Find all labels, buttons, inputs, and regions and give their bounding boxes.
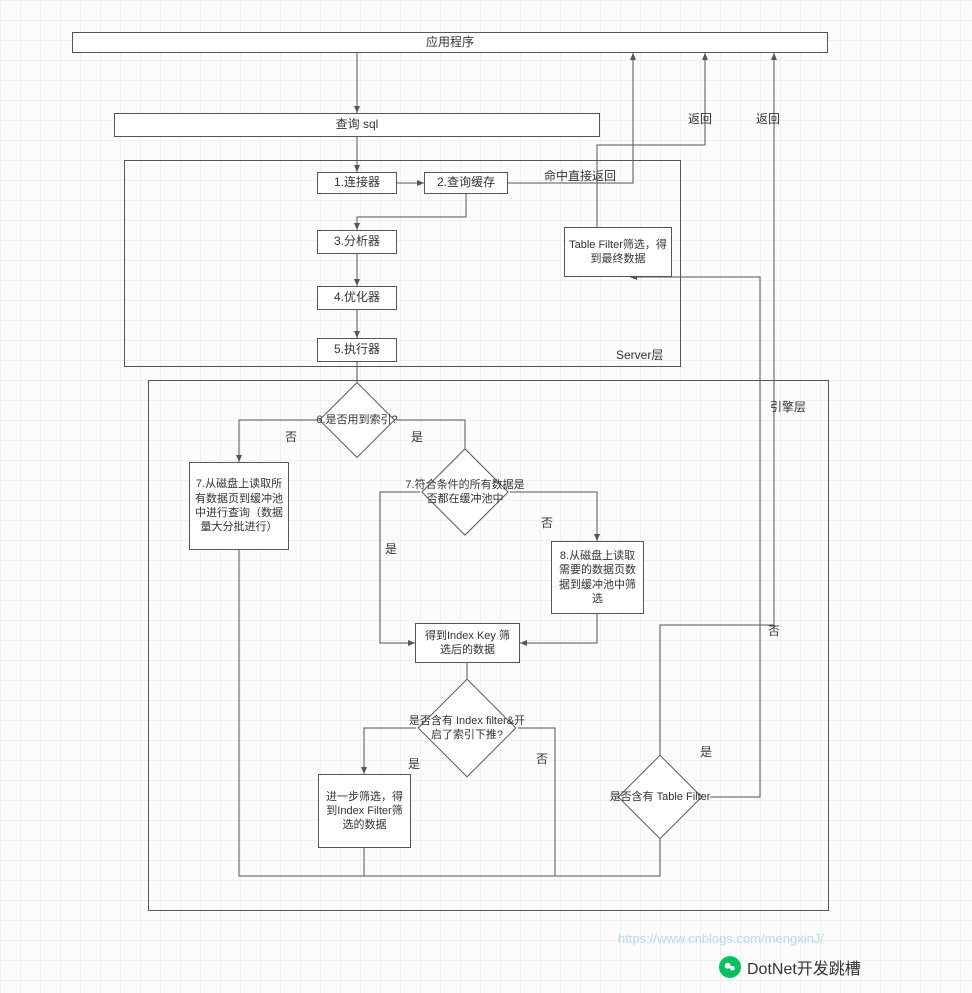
query-sql-label: 查询 sql <box>336 117 379 133</box>
return-label-2: 返回 <box>756 110 780 127</box>
table-filter-final-box: Table Filter筛选，得到最终数据 <box>564 227 672 277</box>
brand-footer: DotNet开发跳槽 <box>719 955 861 979</box>
has-table-filter-no: 否 <box>768 622 780 639</box>
index-filter-result-box: 进一步筛选，得到Index Filter筛选的数据 <box>318 774 411 848</box>
use-index-no: 否 <box>285 428 297 445</box>
index-key-result-label: 得到Index Key 筛选后的数据 <box>420 629 515 658</box>
disk-read-all-box: 7.从磁盘上读取所有数据页到缓冲池中进行查询（数据量大分批进行） <box>189 462 289 550</box>
brand-text: DotNet开发跳槽 <box>747 955 861 979</box>
optimizer-box: 4.优化器 <box>317 286 397 310</box>
index-filter-result-label: 进一步筛选，得到Index Filter筛选的数据 <box>323 790 406 833</box>
index-key-result-box: 得到Index Key 筛选后的数据 <box>415 623 520 663</box>
app-program-label: 应用程序 <box>426 35 474 51</box>
disk-read-needed-label: 8.从磁盘上读取需要的数据页数据到缓冲池中筛选 <box>556 549 639 606</box>
wechat-icon <box>719 956 741 978</box>
has-index-filter-no: 否 <box>536 750 548 767</box>
connector-box: 1.连接器 <box>317 172 397 194</box>
analyzer-label: 3.分析器 <box>334 234 380 250</box>
executor-box: 5.执行器 <box>317 338 397 362</box>
query-cache-label: 2.查询缓存 <box>437 175 495 191</box>
has-index-filter-yes: 是 <box>408 755 420 772</box>
optimizer-label: 4.优化器 <box>334 290 380 306</box>
disk-read-needed-box: 8.从磁盘上读取需要的数据页数据到缓冲池中筛选 <box>551 541 644 614</box>
engine-layer-label: 引擎层 <box>770 398 806 415</box>
use-index-yes: 是 <box>411 428 423 445</box>
app-program-box: 应用程序 <box>72 32 828 53</box>
watermark-url: https://www.cnblogs.com/mengxinJ/ <box>618 931 824 946</box>
all-in-buffer-no: 否 <box>541 514 553 531</box>
analyzer-box: 3.分析器 <box>317 230 397 254</box>
disk-read-all-label: 7.从磁盘上读取所有数据页到缓冲池中进行查询（数据量大分批进行） <box>194 477 284 534</box>
all-in-buffer-yes: 是 <box>385 540 397 557</box>
cache-hit-label: 命中直接返回 <box>544 167 616 184</box>
server-layer-label: Server层 <box>616 346 663 363</box>
executor-label: 5.执行器 <box>334 342 380 358</box>
return-label-1: 返回 <box>688 110 712 127</box>
query-sql-box: 查询 sql <box>114 113 600 137</box>
connector-label: 1.连接器 <box>334 175 380 191</box>
has-table-filter-yes: 是 <box>700 743 712 760</box>
query-cache-box: 2.查询缓存 <box>424 172 508 194</box>
table-filter-final-label: Table Filter筛选，得到最终数据 <box>569 238 667 267</box>
